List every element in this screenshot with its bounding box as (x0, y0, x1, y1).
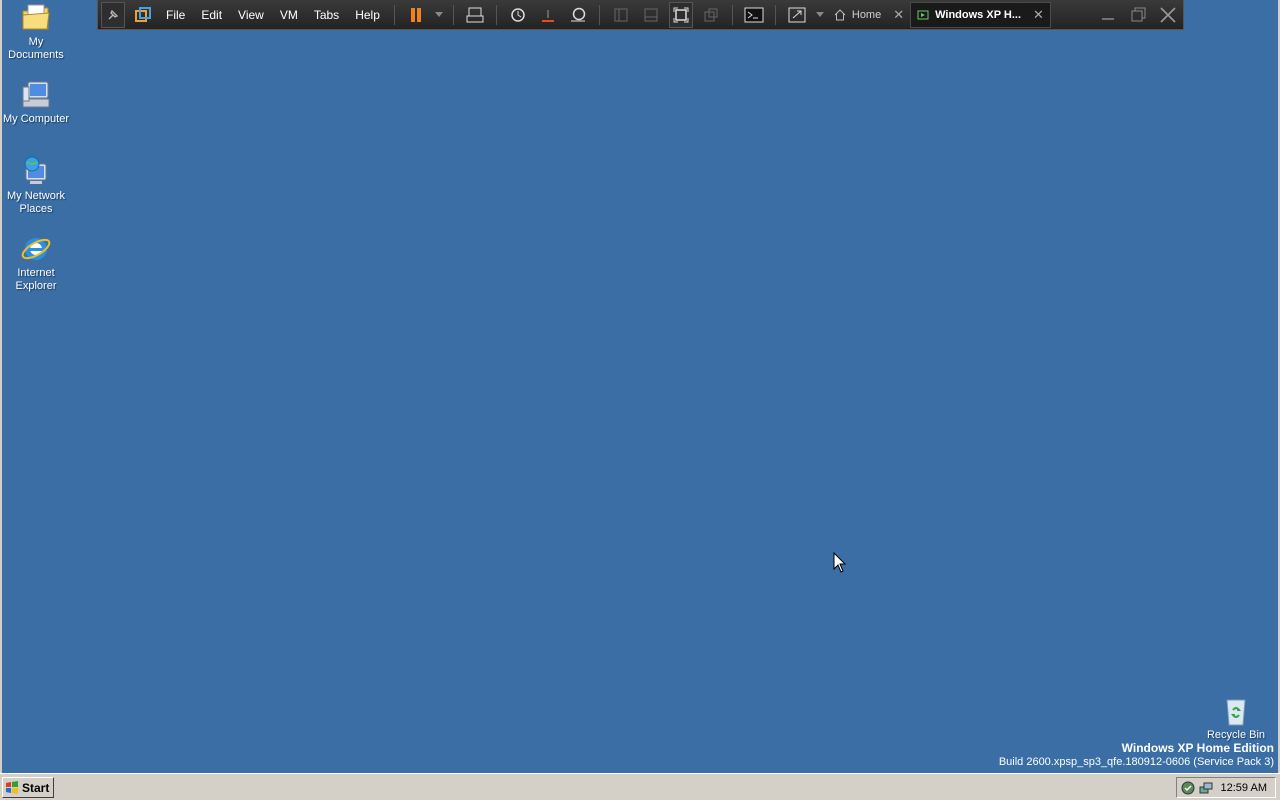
stretch-button[interactable] (785, 2, 809, 28)
thumbnail-view-icon (614, 8, 628, 21)
thumbnail-view-button[interactable] (609, 2, 633, 28)
pin-icon (108, 9, 119, 19)
screen-frame (0, 0, 1280, 800)
close-icon (1160, 6, 1176, 23)
menu-view[interactable]: View (238, 8, 264, 22)
close-tab-icon[interactable]: ✕ (893, 7, 904, 23)
desktop-icon-label: My Computer (2, 113, 70, 125)
desktop-icon-label: Recycle Bin (1206, 729, 1266, 741)
dropdown-icon (815, 11, 824, 17)
minimize-button[interactable] (1096, 2, 1120, 28)
network-places-icon (24, 156, 47, 184)
minimize-icon (1102, 17, 1114, 20)
clock[interactable]: 12:59 AM (1221, 782, 1267, 794)
os-edition: Windows XP Home Edition (1121, 741, 1274, 755)
home-icon (834, 8, 846, 20)
console-view-icon (644, 8, 658, 21)
start-label: Start (22, 780, 50, 795)
start-button[interactable]: Start (2, 777, 54, 798)
desktop-icon-label: My Network Places (6, 190, 66, 215)
unity-button[interactable] (699, 2, 723, 28)
os-build: Build 2600.xpsp_sp3_qfe.180912-0606 (Ser… (998, 756, 1274, 768)
menu-edit[interactable]: Edit (201, 8, 222, 22)
desktop-icon-internet-explorer[interactable]: Internet Explorer (0, 233, 72, 293)
network-tray-icon[interactable] (1199, 781, 1213, 795)
toolbar-separator (774, 4, 776, 25)
toolbar-separator (452, 4, 454, 25)
revert-snapshot-button[interactable] (536, 2, 560, 28)
toolbar-separator (598, 4, 600, 25)
computer-icon (22, 81, 50, 108)
snapshot-icon (511, 7, 525, 22)
desktop-icon-my-documents[interactable]: My Documents (0, 2, 72, 62)
console-view-button[interactable] (639, 2, 663, 28)
fullscreen-button[interactable] (668, 1, 693, 28)
desktop-icon-recycle-bin[interactable]: Recycle Bin (1200, 695, 1272, 742)
toolbar-separator (731, 4, 733, 25)
close-tab-icon[interactable]: ✕ (1033, 7, 1044, 23)
windows-logo-icon (6, 780, 18, 794)
internet-explorer-icon (21, 238, 51, 260)
dropdown-icon (434, 11, 443, 17)
close-button[interactable] (1156, 2, 1180, 28)
send-ctrl-alt-del-button[interactable] (463, 2, 487, 28)
send-ctrl-alt-del-icon (466, 7, 484, 22)
toolbar-separator (495, 4, 497, 25)
terminal-button[interactable] (742, 2, 766, 28)
vmware-logo[interactable] (131, 2, 155, 28)
mouse-cursor-icon (833, 552, 847, 573)
menu-help[interactable]: Help (355, 8, 380, 22)
desktop-icon-my-network-places[interactable]: My Network Places (0, 156, 72, 216)
vm-tab-icon (917, 10, 929, 19)
desktop-icon-my-computer[interactable]: My Computer (0, 79, 72, 126)
fullscreen-icon (673, 7, 689, 22)
desktop-icon-label: Internet Explorer (15, 267, 57, 292)
unity-icon (704, 8, 718, 21)
vmware-logo-icon (135, 6, 151, 22)
menu-tabs[interactable]: Tabs (314, 8, 339, 22)
terminal-icon (744, 7, 764, 22)
restore-icon (1131, 7, 1146, 21)
tab-home[interactable]: Home ✕ (828, 2, 910, 28)
tab-label: Windows XP H... (935, 8, 1021, 21)
desktop-icon-label: My Documents (8, 36, 64, 61)
restore-button[interactable] (1126, 2, 1150, 28)
snapshot-manager-button[interactable] (566, 2, 590, 28)
security-shield-icon[interactable] (1181, 781, 1195, 795)
vm-toolbar: File Edit View VM Tabs Help Home ✕ Windo… (97, 0, 1184, 30)
taskbar: Start 12:59 AM (0, 773, 1280, 800)
os-watermark: Windows XP Home Edition Build 2600.xpsp_… (999, 741, 1274, 769)
tab-label: Home (851, 8, 882, 21)
power-dropdown[interactable] (434, 2, 444, 28)
snapshot-manager-icon (570, 7, 586, 21)
stretch-icon (788, 7, 806, 22)
toolbar-separator (393, 4, 395, 25)
folder-icon (22, 4, 50, 30)
snapshot-button[interactable] (506, 2, 530, 28)
pin-button[interactable] (101, 1, 125, 28)
tab-windows-xp[interactable]: Windows XP H... ✕ (910, 1, 1051, 28)
menu-vm[interactable]: VM (280, 8, 298, 22)
recycle-bin-icon (1226, 699, 1246, 726)
revert-snapshot-icon (541, 9, 554, 22)
menu-file[interactable]: File (166, 8, 185, 22)
pause-icon (410, 7, 421, 22)
system-tray: 12:59 AM (1176, 777, 1276, 798)
pause-button[interactable] (404, 2, 428, 28)
stretch-dropdown[interactable] (815, 2, 825, 28)
